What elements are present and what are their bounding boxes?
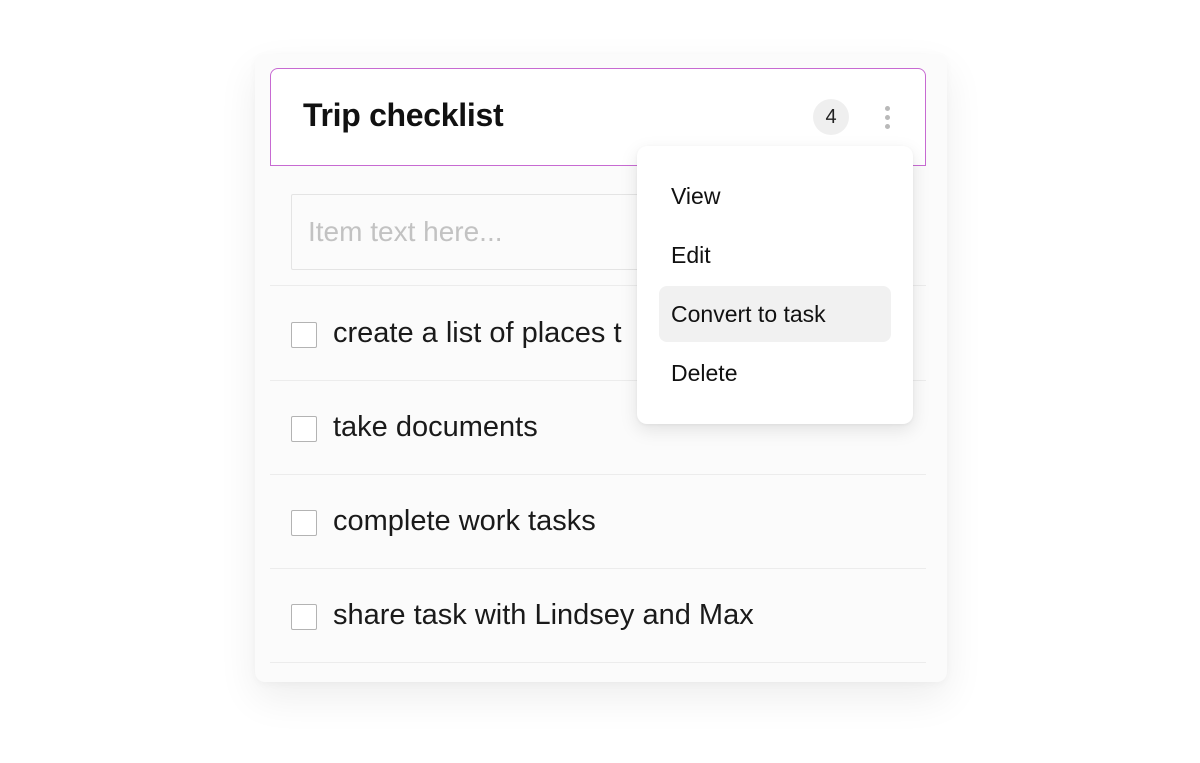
menu-item-view[interactable]: View — [659, 168, 891, 224]
new-item-input[interactable] — [291, 194, 651, 270]
item-checkbox[interactable] — [291, 510, 317, 536]
menu-item-convert-to-task[interactable]: Convert to task — [659, 286, 891, 342]
menu-item-edit[interactable]: Edit — [659, 227, 891, 283]
more-options-button[interactable] — [875, 97, 899, 137]
item-label: complete work tasks — [333, 505, 596, 537]
item-label: share task with Lindsey and Max — [333, 599, 754, 631]
context-menu: View Edit Convert to task Delete — [637, 146, 913, 424]
item-label: create a list of places t — [333, 317, 622, 349]
vertical-ellipsis-icon — [884, 105, 890, 111]
list-item: share task with Lindsey and Max — [270, 569, 926, 663]
item-checkbox[interactable] — [291, 416, 317, 442]
item-count-badge: 4 — [813, 99, 849, 135]
menu-item-delete[interactable]: Delete — [659, 345, 891, 401]
item-checkbox[interactable] — [291, 604, 317, 630]
vertical-ellipsis-icon — [884, 123, 890, 129]
item-label: take documents — [333, 411, 538, 443]
stage: Trip checklist 4 create a list of places… — [0, 0, 1200, 763]
list-item: complete work tasks — [270, 475, 926, 569]
checklist-title: Trip checklist — [303, 97, 504, 133]
item-checkbox[interactable] — [291, 322, 317, 348]
vertical-ellipsis-icon — [884, 114, 890, 120]
